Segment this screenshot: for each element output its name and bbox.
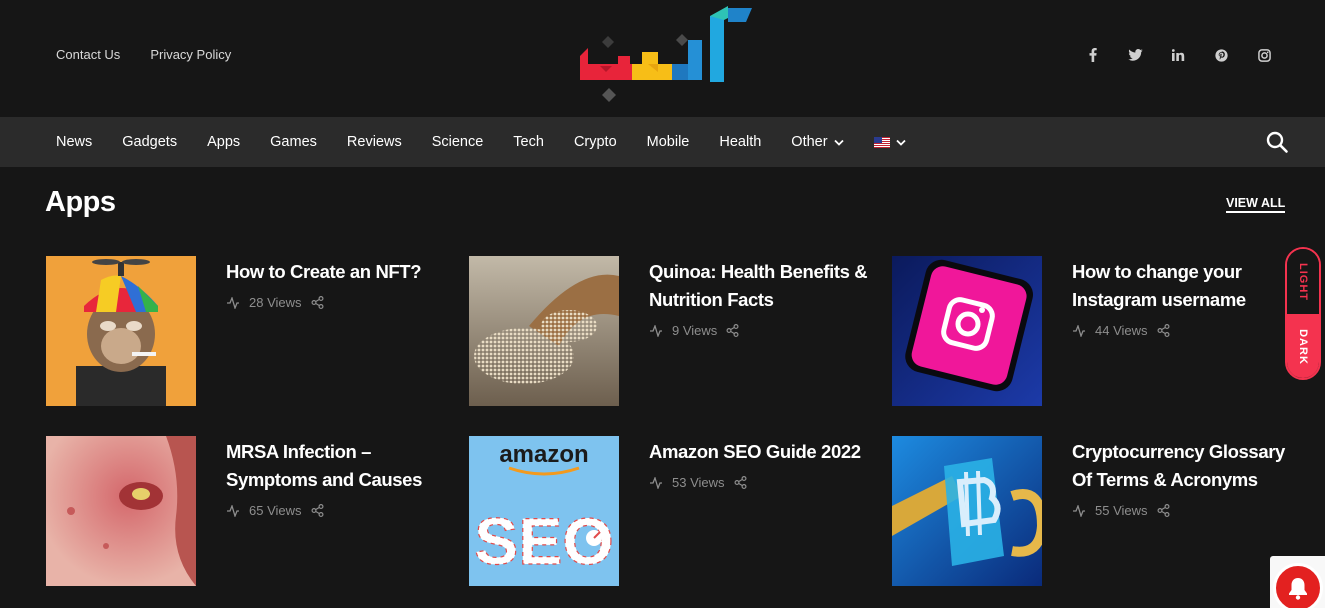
theme-toggle: LIGHT DARK xyxy=(1285,247,1321,380)
linkedin-icon[interactable] xyxy=(1168,46,1189,64)
share-icon[interactable] xyxy=(311,296,324,309)
activity-icon xyxy=(227,504,239,517)
post-thumbnail-instagram[interactable] xyxy=(892,256,1042,406)
section-title: Apps xyxy=(45,186,116,218)
dark-mode-label: DARK xyxy=(1297,329,1309,365)
top-links: Contact Us Privacy Policy xyxy=(56,47,231,62)
post-card: amazon SEO Amazon SEO Guide 2022 53 View… xyxy=(469,436,869,586)
chevron-down-icon xyxy=(833,139,844,146)
post-thumbnail-mrsa[interactable] xyxy=(46,436,196,586)
post-card: Quinoa: Health Benefits & Nutrition Fact… xyxy=(469,256,869,406)
nav-item-tech[interactable]: Tech xyxy=(513,134,544,150)
activity-icon xyxy=(650,476,662,489)
post-meta: 65 Views xyxy=(226,503,324,518)
post-views: 53 Views xyxy=(672,475,725,490)
social-links xyxy=(1082,46,1275,64)
activity-icon xyxy=(1073,504,1085,517)
contact-us-link[interactable]: Contact Us xyxy=(56,47,120,62)
post-meta: 28 Views xyxy=(226,295,324,310)
light-mode-button[interactable]: LIGHT xyxy=(1287,249,1319,314)
nav-item-other[interactable]: Other xyxy=(791,134,844,150)
thumbnail-amazon-text: amazon xyxy=(499,441,588,468)
post-meta: 53 Views xyxy=(649,475,747,490)
pinterest-icon[interactable] xyxy=(1211,46,1232,64)
dark-mode-button[interactable]: DARK xyxy=(1287,314,1319,378)
nav-item-crypto[interactable]: Crypto xyxy=(574,134,617,150)
post-thumbnail-nft[interactable] xyxy=(46,256,196,406)
post-meta: 55 Views xyxy=(1072,503,1170,518)
privacy-policy-link[interactable]: Privacy Policy xyxy=(150,47,231,62)
main-nav: News Gadgets Apps Games Reviews Science … xyxy=(0,117,1325,167)
post-thumbnail-crypto[interactable] xyxy=(892,436,1042,586)
post-views: 9 Views xyxy=(672,323,718,338)
chevron-down-icon xyxy=(895,139,906,146)
post-card: How to Create an NFT? 28 Views xyxy=(46,256,446,406)
light-mode-label: LIGHT xyxy=(1297,262,1309,301)
us-flag-icon xyxy=(873,136,890,148)
nav-item-health[interactable]: Health xyxy=(719,134,761,150)
post-meta: 44 Views xyxy=(1072,323,1170,338)
post-title[interactable]: Quinoa: Health Benefits & Nutrition Fact… xyxy=(649,258,869,314)
post-card: How to change your Instagram username 44… xyxy=(892,256,1292,406)
site-logo[interactable] xyxy=(578,6,754,106)
facebook-icon[interactable] xyxy=(1082,46,1103,64)
search-icon[interactable] xyxy=(1265,130,1289,154)
post-meta: 9 Views xyxy=(649,323,739,338)
post-card: MRSA Infection – Symptoms and Causes 65 … xyxy=(46,436,446,586)
bell-icon xyxy=(1289,578,1307,600)
share-icon[interactable] xyxy=(734,476,747,489)
post-thumbnail-amazon-seo[interactable]: amazon SEO xyxy=(469,436,619,586)
post-title[interactable]: How to Create an NFT? xyxy=(226,258,446,286)
nav-item-news[interactable]: News xyxy=(56,134,92,150)
notification-bell-button[interactable] xyxy=(1273,563,1323,608)
activity-icon xyxy=(227,296,239,309)
nav-item-games[interactable]: Games xyxy=(270,134,317,150)
nav-other-label: Other xyxy=(791,134,828,150)
share-icon[interactable] xyxy=(1157,324,1170,337)
share-icon[interactable] xyxy=(1157,504,1170,517)
post-views: 55 Views xyxy=(1095,503,1148,518)
nav-item-apps[interactable]: Apps xyxy=(207,134,240,150)
share-icon[interactable] xyxy=(311,504,324,517)
post-views: 28 Views xyxy=(249,295,302,310)
post-title[interactable]: MRSA Infection – Symptoms and Causes xyxy=(226,438,446,494)
activity-icon xyxy=(1073,324,1085,337)
activity-icon xyxy=(650,324,662,337)
nav-item-gadgets[interactable]: Gadgets xyxy=(122,134,177,150)
post-title[interactable]: Cryptocurrency Glossary Of Terms & Acron… xyxy=(1072,438,1292,494)
post-title[interactable]: How to change your Instagram username xyxy=(1072,258,1292,314)
language-switcher[interactable] xyxy=(873,136,906,148)
share-icon[interactable] xyxy=(726,324,739,337)
post-card: Cryptocurrency Glossary Of Terms & Acron… xyxy=(892,436,1292,586)
nav-item-mobile[interactable]: Mobile xyxy=(647,134,690,150)
instagram-icon[interactable] xyxy=(1254,46,1275,64)
top-bar: Contact Us Privacy Policy xyxy=(0,0,1325,117)
post-views: 44 Views xyxy=(1095,323,1148,338)
nav-item-reviews[interactable]: Reviews xyxy=(347,134,402,150)
post-views: 65 Views xyxy=(249,503,302,518)
post-thumbnail-quinoa[interactable] xyxy=(469,256,619,406)
view-all-link[interactable]: VIEW ALL xyxy=(1226,196,1286,213)
twitter-icon[interactable] xyxy=(1125,46,1146,64)
post-title[interactable]: Amazon SEO Guide 2022 xyxy=(649,438,869,466)
nav-item-science[interactable]: Science xyxy=(432,134,484,150)
